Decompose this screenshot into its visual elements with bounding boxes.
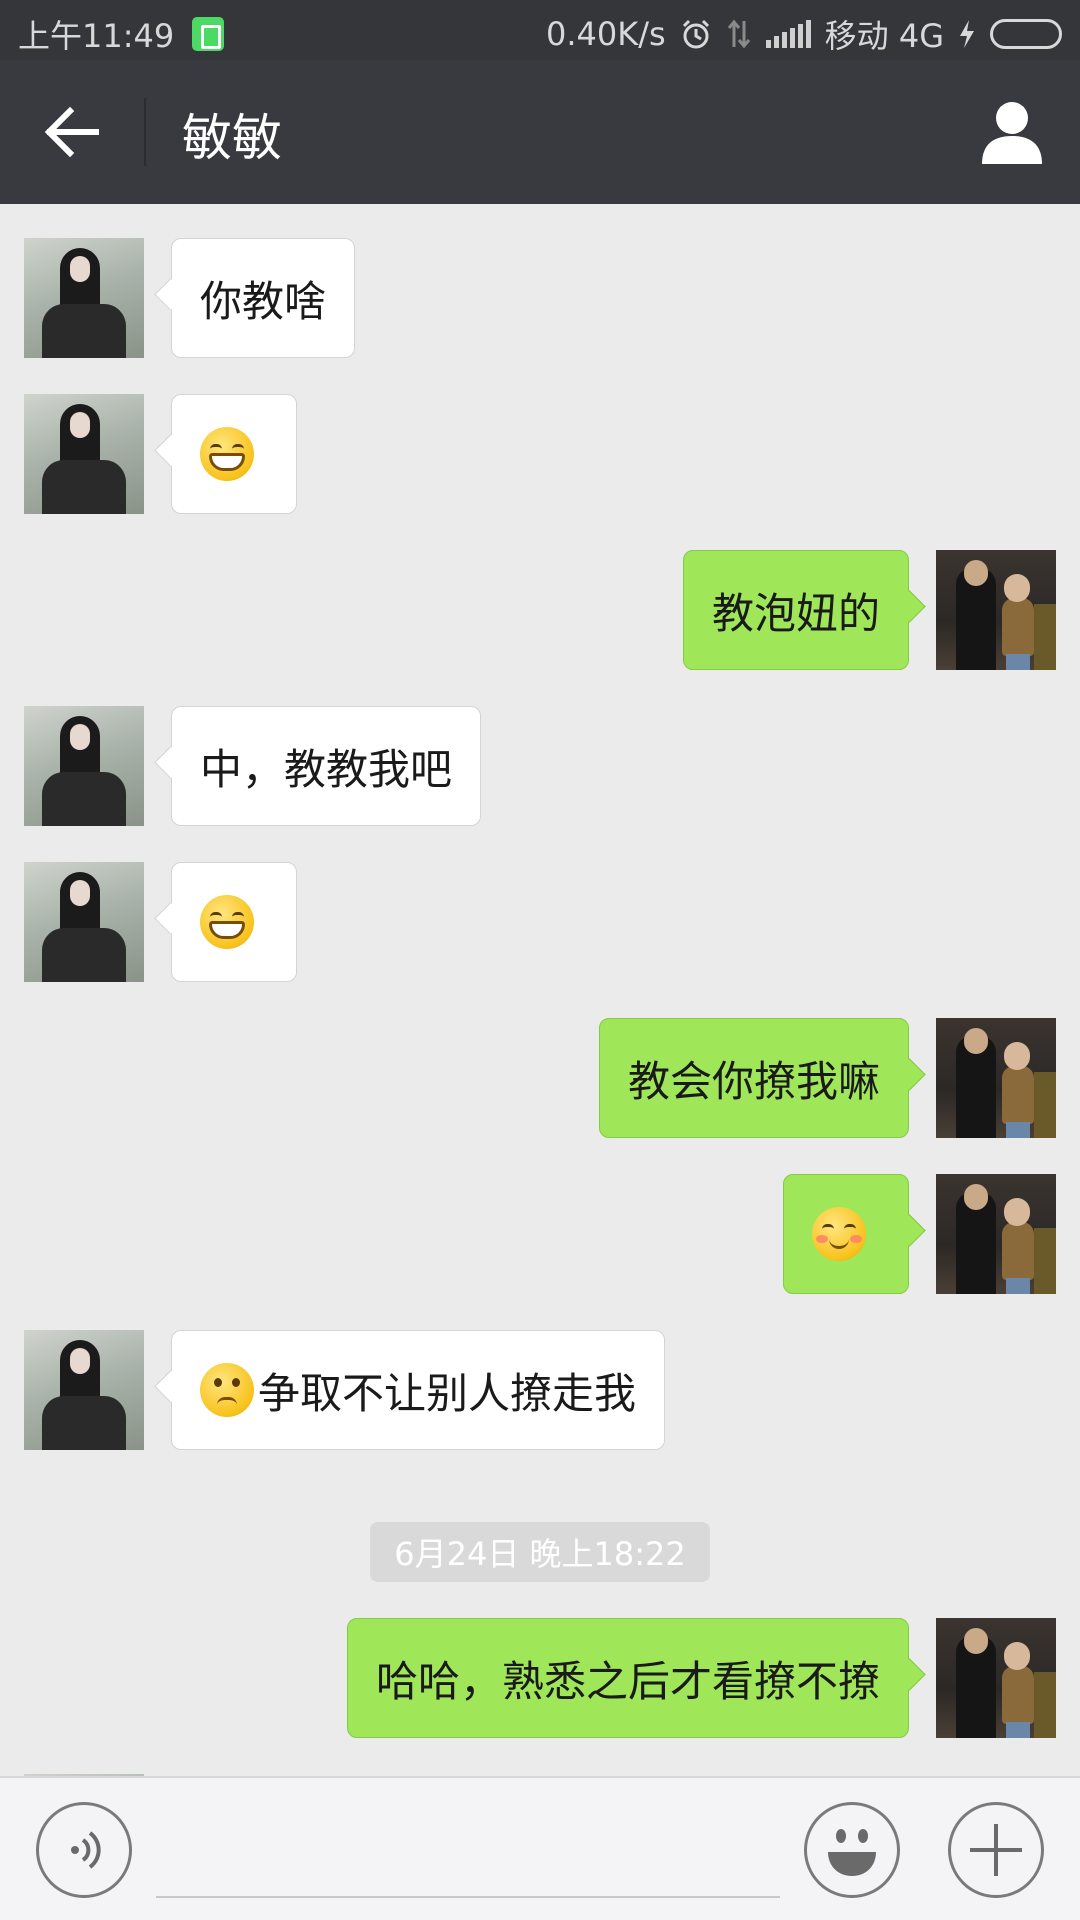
message-text: 哈哈，熟悉之后才看撩不撩 [375, 1656, 880, 1706]
message-row: 教泡妞的 [0, 550, 1080, 670]
outgoing-bubble[interactable]: 教会你撩我嘛 [598, 1018, 909, 1138]
message-text: 争取不让别人撩走我 [258, 1368, 637, 1418]
title-bar: 敏敏 [0, 60, 1080, 204]
message-text: 你教啥 [200, 276, 327, 326]
status-bar: 上午11:49 0.40K/s 移动 4G [0, 0, 1080, 60]
contact-avatar[interactable] [24, 238, 144, 358]
message-row: 争取不让别人撩走我 [0, 1330, 1080, 1450]
my-avatar[interactable] [936, 1018, 1056, 1138]
confused-emoji-icon [200, 1363, 254, 1417]
message-text: 教泡妞的 [711, 588, 880, 638]
blush-smile-emoji-icon [812, 1207, 866, 1261]
carrier-label: 移动 4G [824, 17, 944, 55]
message-row: 中，教教我吧 [0, 706, 1080, 826]
voice-button[interactable] [36, 1802, 132, 1898]
incoming-bubble[interactable]: 中，教教我吧 [171, 706, 482, 826]
message-row: 教会你撩我嘛 [0, 1018, 1080, 1138]
grin-emoji-icon [200, 427, 254, 481]
charging-icon [960, 20, 974, 48]
chat-title: 敏敏 [182, 109, 282, 167]
message-row [0, 1174, 1080, 1294]
incoming-bubble[interactable]: 你教啥 [171, 238, 356, 358]
outgoing-bubble[interactable] [783, 1174, 909, 1294]
message-input[interactable] [156, 1818, 780, 1898]
incoming-bubble[interactable] [171, 862, 297, 982]
my-avatar[interactable] [936, 1618, 1056, 1738]
message-row: 哈哈，熟悉之后才看撩不撩 [0, 1618, 1080, 1738]
battery-icon [990, 19, 1062, 49]
message-row: 你教啥 [0, 238, 1080, 358]
message-text: 教会你撩我嘛 [627, 1056, 880, 1106]
my-avatar[interactable] [936, 1174, 1056, 1294]
net-speed: 0.40K/s [545, 15, 666, 53]
status-right: 0.40K/s 移动 4G [546, 11, 1062, 57]
contact-avatar[interactable] [24, 706, 144, 826]
chat-area[interactable]: 你教啥 教泡妞的 中，教教我吧 教会你撩我嘛 争取不让别人撩走我 6月24日 晚… [0, 204, 1080, 1776]
message-text: 中，教教我吧 [200, 744, 453, 794]
contact-avatar[interactable] [24, 862, 144, 982]
voice-icon [71, 1831, 101, 1869]
emoji-button[interactable] [804, 1802, 900, 1898]
incoming-bubble[interactable] [171, 394, 297, 514]
input-bar [0, 1776, 1080, 1920]
signal-icon [765, 20, 811, 48]
incoming-bubble[interactable]: 争取不让别人撩走我 [171, 1330, 666, 1450]
battery-saver-icon [192, 17, 225, 51]
message-row [0, 394, 1080, 514]
smiley-icon [828, 1829, 876, 1876]
more-button[interactable] [948, 1802, 1044, 1898]
status-time: 上午11:49 [18, 17, 175, 55]
data-transfer-icon [727, 19, 750, 49]
plus-icon [970, 1824, 1022, 1876]
arrow-left-icon [44, 106, 99, 158]
timestamp-label: 6月24日 晚上18:22 [370, 1522, 710, 1582]
outgoing-bubble[interactable]: 教泡妞的 [682, 550, 909, 670]
back-button[interactable] [34, 96, 110, 168]
contact-avatar[interactable] [24, 394, 144, 514]
profile-button[interactable] [974, 94, 1050, 170]
contact-avatar[interactable] [24, 1330, 144, 1450]
title-divider [144, 98, 146, 166]
person-icon [982, 102, 1042, 164]
my-avatar[interactable] [936, 550, 1056, 670]
outgoing-bubble[interactable]: 哈哈，熟悉之后才看撩不撩 [346, 1618, 909, 1738]
alarm-icon [682, 19, 709, 49]
status-left: 上午11:49 [18, 11, 225, 57]
message-row [0, 862, 1080, 982]
grin-emoji-icon [200, 895, 254, 949]
